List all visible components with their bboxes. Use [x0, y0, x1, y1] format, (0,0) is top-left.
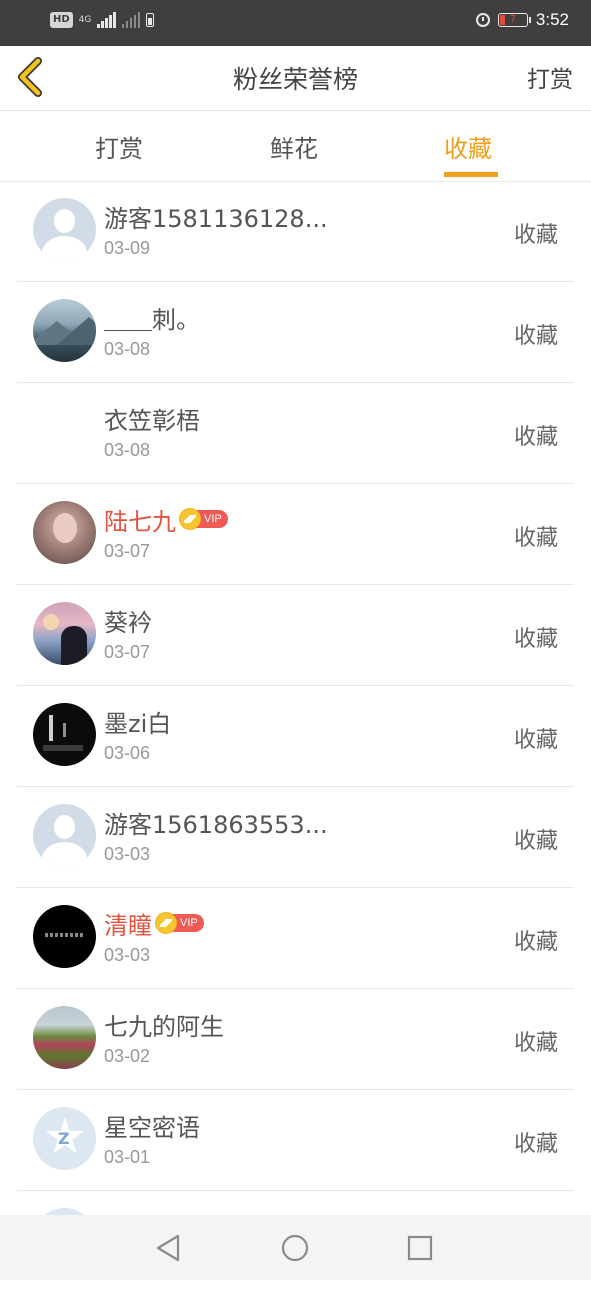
action-label: 收藏 — [513, 223, 558, 248]
avatar — [33, 501, 96, 564]
user-name: 七九的阿生 — [104, 1012, 224, 1041]
crown-icon — [179, 508, 201, 530]
list-item[interactable]: 衣笠彰梧 03-08 收藏 — [17, 383, 574, 484]
page-title: 粉丝荣誉榜 — [232, 65, 358, 94]
user-name: 墨zi白 — [104, 709, 172, 738]
user-name: 星空密语 — [104, 1113, 200, 1142]
tab-favorites[interactable]: 收藏 — [444, 129, 492, 164]
clock: 3:52 — [535, 10, 569, 29]
date: 03-03 — [104, 945, 151, 965]
list-item[interactable]: 清瞳 VIP 03-03 收藏 — [17, 888, 574, 989]
avatar — [33, 703, 96, 766]
tab-flowers[interactable]: 鲜花 — [270, 129, 318, 164]
date: 03-07 — [104, 642, 151, 662]
list-item[interactable]: 墨zi白 03-06 收藏 — [17, 686, 574, 787]
list-item[interactable]: Z 星空密语 03-01 收藏 — [17, 1090, 574, 1191]
vip-badge: VIP — [155, 912, 204, 934]
system-nav-bar — [0, 1215, 591, 1280]
recent-square-icon[interactable] — [403, 1231, 437, 1265]
status-right: 7 3:52 — [475, 10, 569, 30]
network-type: 4G — [78, 15, 92, 25]
user-name: 清瞳 — [104, 911, 152, 940]
action-label: 收藏 — [513, 425, 558, 450]
user-name: 游客1581136128... — [104, 204, 328, 233]
list-item[interactable]: 陆七九 VIP 03-07 收藏 — [17, 484, 574, 585]
date: 03-08 — [104, 339, 151, 359]
avatar: Z — [33, 1107, 96, 1170]
action-label: 收藏 — [513, 728, 558, 753]
avatar — [33, 299, 96, 362]
active-tab-indicator — [444, 172, 498, 177]
back-triangle-icon[interactable] — [152, 1231, 186, 1265]
home-circle-icon[interactable] — [278, 1231, 312, 1265]
date: 03-02 — [104, 1046, 151, 1066]
action-label: 收藏 — [513, 526, 558, 551]
avatar — [33, 198, 96, 261]
hd-indicator: HD — [50, 12, 73, 28]
list-item[interactable]: 七九的阿生 03-02 收藏 — [17, 989, 574, 1090]
action-label: 收藏 — [513, 324, 558, 349]
user-name: 陆七九 — [104, 507, 176, 536]
date: 03-08 — [104, 440, 151, 460]
date: 03-07 — [104, 541, 151, 561]
action-label: 收藏 — [513, 930, 558, 955]
crown-icon — [155, 912, 177, 934]
avatar — [33, 905, 96, 968]
date: 03-01 — [104, 1147, 151, 1167]
status-left: HD 4G — [50, 12, 155, 28]
action-label: 收藏 — [513, 627, 558, 652]
list-item[interactable]: 游客1581136128... 03-09 收藏 — [17, 181, 574, 282]
user-name: 衣笠彰梧 — [104, 406, 200, 435]
avatar — [33, 804, 96, 867]
date: 03-03 — [104, 844, 151, 864]
battery-icon: 7 — [497, 13, 531, 27]
list-item[interactable]: 葵衿 03-07 收藏 — [17, 585, 574, 686]
avatar — [33, 602, 96, 665]
date: 03-06 — [104, 743, 151, 763]
tab-bar: 打赏 鲜花 收藏 — [0, 111, 591, 182]
user-name: ＿＿刺。 — [104, 305, 200, 334]
battery-level: 7 — [509, 14, 517, 25]
list-item[interactable]: ＿＿刺。 03-08 收藏 — [17, 282, 574, 383]
app-header: 粉丝荣誉榜 打赏 — [0, 46, 591, 111]
action-label: 收藏 — [513, 1132, 558, 1157]
alarm-icon — [475, 13, 490, 27]
signal-secondary-icon — [121, 12, 141, 28]
signal-icon — [97, 12, 116, 28]
user-name: 游客1561863553... — [104, 810, 328, 839]
user-name: 葵衿 — [104, 608, 152, 637]
status-bar: HD 4G 7 3:52 — [0, 0, 591, 46]
tab-reward[interactable]: 打赏 — [95, 129, 143, 164]
action-label: 收藏 — [513, 1031, 558, 1056]
vip-badge: VIP — [179, 508, 228, 530]
reward-button[interactable]: 打赏 — [527, 60, 573, 94]
fan-list: 游客1581136128... 03-09 收藏 ＿＿刺。 03-08 收藏 衣… — [0, 181, 591, 1291]
avatar — [33, 1006, 96, 1069]
list-item[interactable]: 游客1561863553... 03-03 收藏 — [17, 787, 574, 888]
date: 03-09 — [104, 238, 151, 258]
sim-battery-icon — [146, 13, 155, 27]
action-label: 收藏 — [513, 829, 558, 854]
